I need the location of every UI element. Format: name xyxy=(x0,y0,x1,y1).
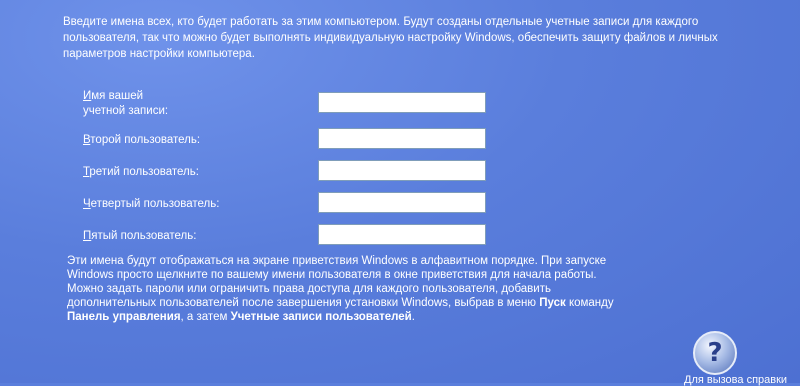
label-account-name: Имя вашей учетной записи: xyxy=(83,89,168,119)
second-user-input[interactable] xyxy=(318,128,486,149)
question-mark-glyph: ? xyxy=(707,338,723,368)
label-text: мя вашей xyxy=(91,90,144,102)
note-line: Эти имена будут отображаться на экране п… xyxy=(67,255,607,267)
label-text-line2: учетной записи: xyxy=(83,105,169,117)
note-line: дополнительных пользователей после завер… xyxy=(67,297,540,309)
label-accesskey: Ч xyxy=(83,198,91,210)
note-line: . xyxy=(411,311,415,323)
label-text: торой пользователь: xyxy=(90,134,201,146)
intro-text: Введите имена всех, кто будет работать з… xyxy=(63,16,718,60)
label-text: ретий пользователь: xyxy=(89,166,199,178)
label-second-user: Второй пользователь: xyxy=(83,133,200,148)
third-user-input[interactable] xyxy=(318,160,486,181)
account-name-input[interactable] xyxy=(318,92,486,113)
fifth-user-input[interactable] xyxy=(318,224,486,245)
fourth-user-input[interactable] xyxy=(318,192,486,213)
label-text: етвертый пользователь: xyxy=(90,198,220,210)
note-line: Windows просто щелкните по вашему имени … xyxy=(67,269,597,281)
help-icon[interactable]: ? xyxy=(693,331,737,375)
note-line: команду xyxy=(565,297,614,309)
help-label[interactable]: Для вызова справки xyxy=(684,374,787,386)
label-text: ятый пользователь: xyxy=(91,230,197,242)
note-line: Можно задать пароли или ограничить права… xyxy=(67,283,551,295)
note-line: , а затем xyxy=(180,311,231,323)
label-third-user: Третий пользователь: xyxy=(83,165,199,180)
menu-start-ref: Пуск xyxy=(539,297,566,309)
user-accounts-ref: Учетные записи пользователей xyxy=(230,311,412,323)
label-fifth-user: Пятый пользователь: xyxy=(83,229,196,244)
label-fourth-user: Четвертый пользователь: xyxy=(83,197,219,212)
info-note: Эти имена будут отображаться на экране п… xyxy=(67,254,707,324)
control-panel-ref: Панель управления xyxy=(67,311,181,323)
